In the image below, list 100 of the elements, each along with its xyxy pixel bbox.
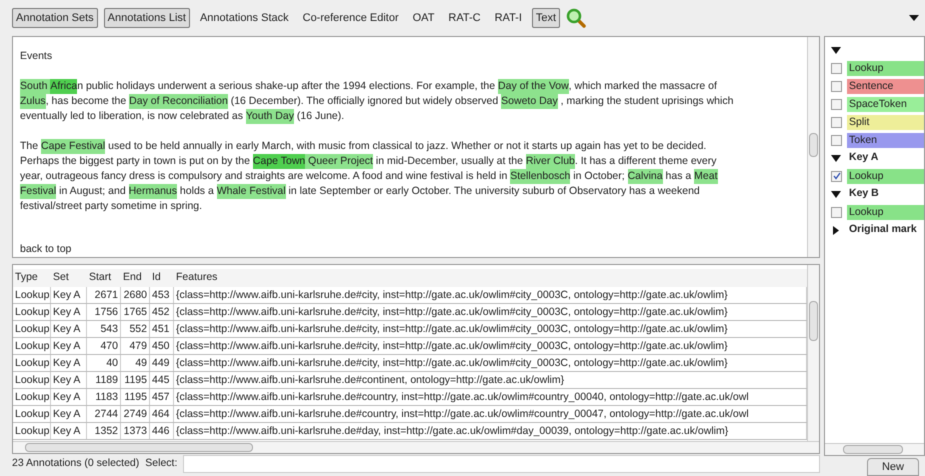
back-to-top-link[interactable]: back to top	[20, 242, 807, 257]
scrollbar[interactable]	[13, 441, 819, 453]
document-text: , which marked the massacre of	[568, 79, 717, 94]
toolbar-tab[interactable]: Co-reference Editor	[298, 8, 403, 28]
document-text: , has become the	[46, 94, 128, 109]
annotation-highlight[interactable]: Stellenbosch	[510, 169, 570, 184]
table-cell: Lookup	[13, 423, 51, 439]
document-text: (16 June).	[296, 109, 344, 124]
column-header[interactable]: Start	[87, 270, 121, 286]
checkbox[interactable]	[831, 62, 842, 74]
toolbar-tab[interactable]: Annotation Sets	[12, 8, 98, 28]
annotation-type-label[interactable]: Token	[847, 132, 924, 148]
column-header[interactable]: Type	[13, 270, 51, 286]
annotation-type-label[interactable]: SpaceToken	[847, 96, 924, 112]
caret-icon[interactable]	[909, 15, 919, 21]
table-cell: 543	[87, 321, 121, 337]
annotation-type-label[interactable]: Lookup	[847, 204, 924, 220]
annotation-highlight[interactable]: Festival	[20, 184, 56, 199]
checkbox[interactable]	[831, 98, 842, 110]
table-cell: Lookup	[13, 304, 51, 320]
annotation-highlight[interactable]: Youth Day	[246, 109, 294, 124]
annotation-type-label[interactable]: Sentence	[847, 78, 924, 94]
checkbox[interactable]	[831, 80, 842, 92]
column-header[interactable]: Features	[174, 270, 807, 286]
toolbar-tab[interactable]: RAT-C	[444, 8, 485, 28]
document-text: in August; and	[58, 184, 127, 199]
document-text: festival/street party sometime in spring.	[20, 199, 202, 214]
annotation-highlight[interactable]: Meat	[694, 169, 718, 184]
annotation-highlight[interactable]: Cape Festival	[41, 139, 106, 154]
annotation-highlight[interactable]: Day of Reconciliation	[129, 94, 228, 109]
annotation-type-label[interactable]: Lookup	[847, 60, 924, 76]
document-text: The	[20, 139, 40, 154]
scrollbar[interactable]	[825, 443, 924, 455]
table-cell: Key A	[51, 321, 87, 337]
annotation-type-label[interactable]: Split	[847, 114, 924, 130]
annotation-highlight[interactable]: Day of the Vow	[498, 79, 569, 94]
checkbox[interactable]	[831, 206, 842, 218]
checkbox[interactable]	[831, 170, 842, 182]
toolbar-tab[interactable]: Text	[532, 8, 560, 28]
annotation-highlight[interactable]: Soweto Day	[501, 94, 558, 109]
table-cell: Key A	[51, 304, 87, 320]
document-text: year, outrageous fancy dress is compulsory and straights are welcome. A food and wine festival is held in	[20, 169, 508, 184]
table-cell: 1373	[121, 423, 150, 439]
toolbar-tab[interactable]: Annotations Stack	[196, 8, 293, 28]
set-name[interactable]: Original mark	[849, 222, 917, 238]
checkbox[interactable]	[831, 134, 842, 146]
table-cell: 445	[150, 372, 174, 388]
collapse-icon[interactable]	[831, 46, 841, 54]
table-cell: Lookup	[13, 338, 51, 354]
annotation-highlight[interactable]: Cape Town	[252, 154, 306, 169]
table-cell: 453	[150, 287, 174, 303]
table-cell: Key A	[51, 287, 87, 303]
table-cell: 1189	[87, 372, 121, 388]
checkbox[interactable]	[831, 116, 842, 128]
document-text: in October;	[572, 169, 626, 184]
document-heading: Events	[20, 49, 54, 64]
document-text: in late September or early October. The university suburb of Observatory has a weekend	[287, 184, 700, 199]
column-header[interactable]: Id	[150, 270, 174, 286]
column-header[interactable]: Set	[51, 270, 87, 286]
set-name[interactable]: Key A	[849, 150, 878, 166]
table-cell: Lookup	[13, 372, 51, 388]
table-cell: 1352	[87, 423, 121, 439]
table-cell: 446	[150, 423, 174, 439]
expand-icon[interactable]	[831, 226, 841, 234]
document-text: . It has a different theme every	[574, 154, 717, 169]
toolbar-tab[interactable]: Annotations List	[104, 8, 190, 28]
annotation-highlight[interactable]: South	[20, 79, 50, 94]
toolbar-tab[interactable]: OAT	[408, 8, 438, 28]
table-cell: Key A	[51, 389, 87, 405]
collapse-icon[interactable]	[831, 154, 841, 162]
annotation-type-label[interactable]: Lookup	[847, 168, 924, 184]
new-button[interactable]: New	[866, 458, 919, 476]
table-cell: Key A	[51, 372, 87, 388]
table-cell: Key A	[51, 423, 87, 439]
table-cell: Lookup	[13, 389, 51, 405]
scrollbar[interactable]	[807, 265, 819, 441]
select-field[interactable]	[183, 455, 820, 473]
document-text: has a	[664, 169, 692, 184]
table-cell: 470	[87, 338, 121, 354]
table-cell: 2744	[87, 406, 121, 422]
annotation-highlight[interactable]: Hermanus	[128, 184, 178, 199]
table-cell: 1195	[121, 372, 150, 388]
column-header[interactable]: End	[121, 270, 150, 286]
search-icon[interactable]	[566, 8, 586, 28]
table-cell: 479	[121, 338, 150, 354]
scrollbar[interactable]	[807, 37, 819, 257]
collapse-icon[interactable]	[831, 190, 841, 198]
set-name[interactable]: Key B	[849, 186, 879, 202]
table-cell: 449	[150, 355, 174, 371]
toolbar-tab[interactable]: RAT-I	[490, 8, 526, 28]
document-text: , marking the student uprisings which	[560, 94, 734, 109]
table-cell: Lookup	[13, 321, 51, 337]
annotation-highlight[interactable]: Zulus	[20, 94, 46, 109]
annotation-highlight[interactable]: River Club	[526, 154, 575, 169]
table-cell: 40	[87, 355, 121, 371]
table-cell: 49	[121, 355, 150, 371]
annotation-highlight[interactable]: Queer Project	[305, 154, 373, 169]
table-cell: 552	[121, 321, 150, 337]
annotation-highlight[interactable]: Calvina	[628, 169, 663, 184]
document-text: holds a	[178, 184, 215, 199]
